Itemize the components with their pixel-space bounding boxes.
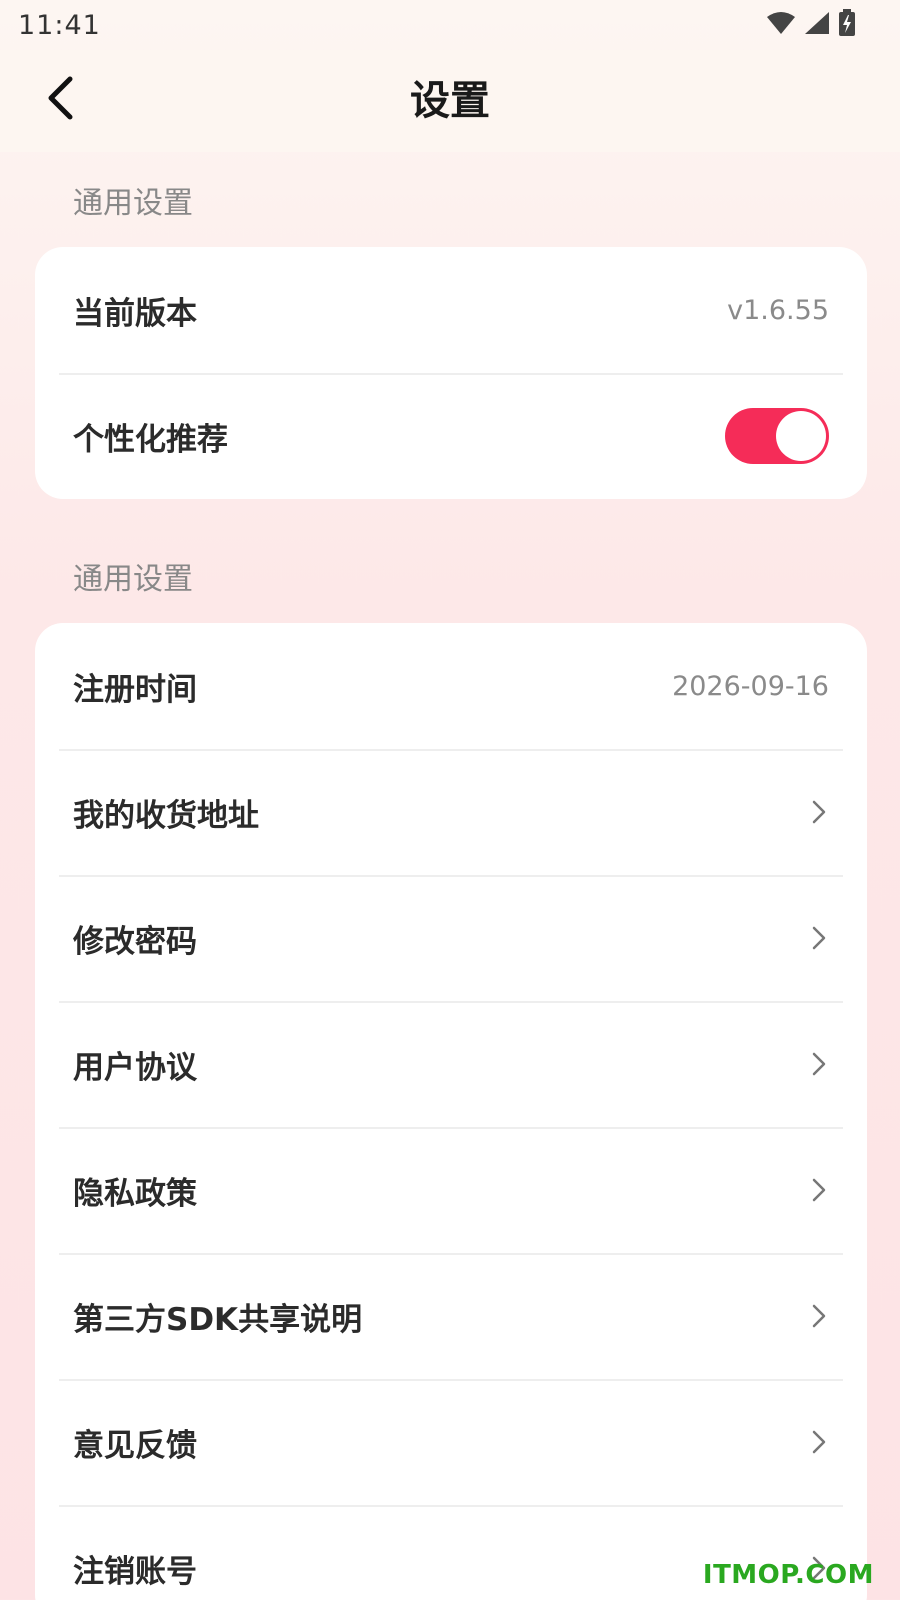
row-label: 注册时间 bbox=[73, 671, 197, 708]
row-label: 个性化推荐 bbox=[73, 421, 228, 458]
chevron-left-icon bbox=[46, 76, 74, 124]
toggle-knob bbox=[776, 411, 826, 461]
version-value: v1.6.55 bbox=[727, 294, 829, 326]
row-label: 修改密码 bbox=[73, 923, 197, 960]
header: 设置 bbox=[0, 50, 900, 152]
row-user-agreement[interactable]: 用户协议 bbox=[35, 1001, 867, 1127]
row-change-password[interactable]: 修改密码 bbox=[35, 875, 867, 1001]
chevron-right-icon bbox=[812, 1430, 826, 1454]
signal-icon bbox=[804, 11, 830, 39]
chevron-right-icon bbox=[812, 926, 826, 950]
status-time: 11:41 bbox=[18, 9, 101, 41]
row-label: 注销账号 bbox=[73, 1553, 197, 1590]
wifi-icon bbox=[766, 11, 796, 39]
status-bar: 11:41 bbox=[0, 0, 900, 50]
row-shipping-address[interactable]: 我的收货地址 bbox=[35, 749, 867, 875]
chevron-right-icon bbox=[812, 1304, 826, 1328]
row-label: 隐私政策 bbox=[73, 1175, 197, 1212]
row-label: 第三方SDK共享说明 bbox=[73, 1301, 363, 1338]
watermark: ITMOP.COM bbox=[702, 1560, 874, 1590]
row-label: 意见反馈 bbox=[73, 1427, 197, 1464]
personalized-recommendation-toggle[interactable] bbox=[725, 408, 829, 464]
back-button[interactable] bbox=[36, 74, 84, 126]
battery-icon bbox=[838, 9, 856, 41]
chevron-right-icon bbox=[812, 1052, 826, 1076]
page-title: 设置 bbox=[410, 78, 490, 124]
settings-card-account: 注册时间 2026-09-16 我的收货地址 修改密码 用户协议 隐私政策 第三… bbox=[35, 623, 867, 1600]
row-label: 我的收货地址 bbox=[73, 797, 259, 834]
row-current-version: 当前版本 v1.6.55 bbox=[35, 247, 867, 373]
status-icons bbox=[766, 9, 856, 41]
chevron-right-icon bbox=[812, 800, 826, 824]
chevron-right-icon bbox=[812, 1178, 826, 1202]
row-register-time: 注册时间 2026-09-16 bbox=[35, 623, 867, 749]
row-third-party-sdk[interactable]: 第三方SDK共享说明 bbox=[35, 1253, 867, 1379]
section-label-general-2: 通用设置 bbox=[73, 562, 193, 597]
row-privacy-policy[interactable]: 隐私政策 bbox=[35, 1127, 867, 1253]
row-feedback[interactable]: 意见反馈 bbox=[35, 1379, 867, 1505]
row-personalized-recommendation: 个性化推荐 bbox=[35, 373, 867, 499]
row-label: 用户协议 bbox=[73, 1049, 197, 1086]
row-label: 当前版本 bbox=[73, 295, 197, 332]
section-label-general: 通用设置 bbox=[73, 186, 193, 221]
settings-card-general: 当前版本 v1.6.55 个性化推荐 bbox=[35, 247, 867, 499]
register-date-value: 2026-09-16 bbox=[672, 670, 829, 702]
